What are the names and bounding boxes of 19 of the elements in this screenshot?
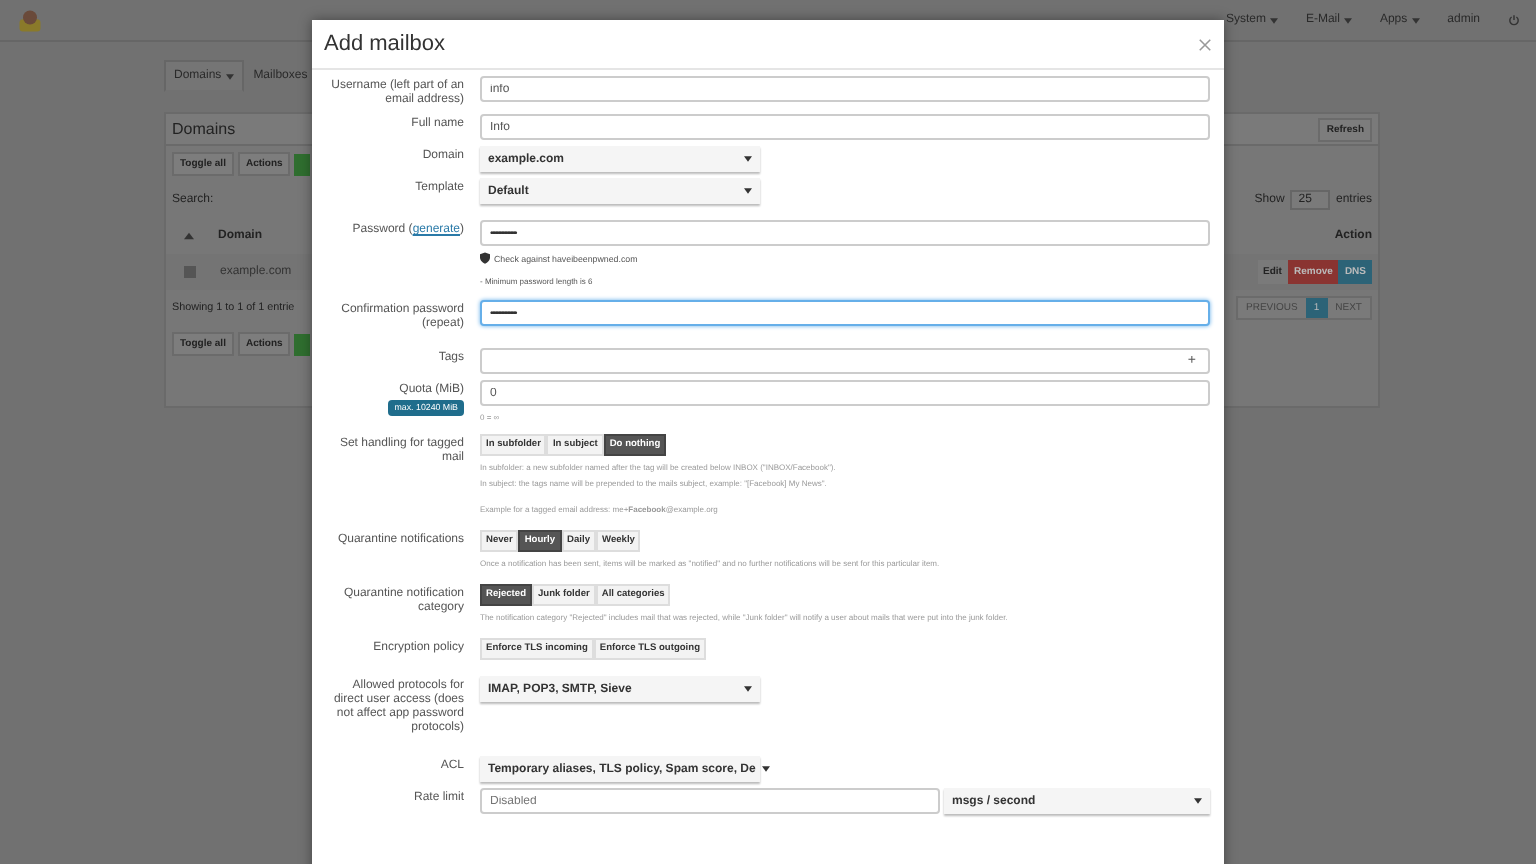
add-button[interactable]: [294, 333, 311, 355]
caret-icon: [744, 188, 752, 194]
close-icon[interactable]: [1198, 37, 1212, 51]
sort-icon[interactable]: [184, 232, 194, 240]
checkbox[interactable]: [184, 266, 196, 278]
modal-title: Add mailbox: [324, 32, 446, 56]
caret-icon: [225, 73, 234, 79]
caret-icon: [1194, 798, 1202, 804]
caret-icon: [1269, 17, 1278, 23]
panel-title: Domains: [172, 120, 236, 138]
shield-icon: [480, 252, 490, 264]
power-icon[interactable]: [1508, 14, 1520, 26]
caret-icon: [1411, 17, 1420, 23]
logo-icon[interactable]: [16, 7, 44, 33]
add-button[interactable]: [294, 153, 311, 175]
caret-icon: [1343, 17, 1352, 23]
caret-icon: [761, 766, 770, 772]
caret-icon: [744, 156, 752, 162]
caret-icon: [744, 686, 752, 692]
